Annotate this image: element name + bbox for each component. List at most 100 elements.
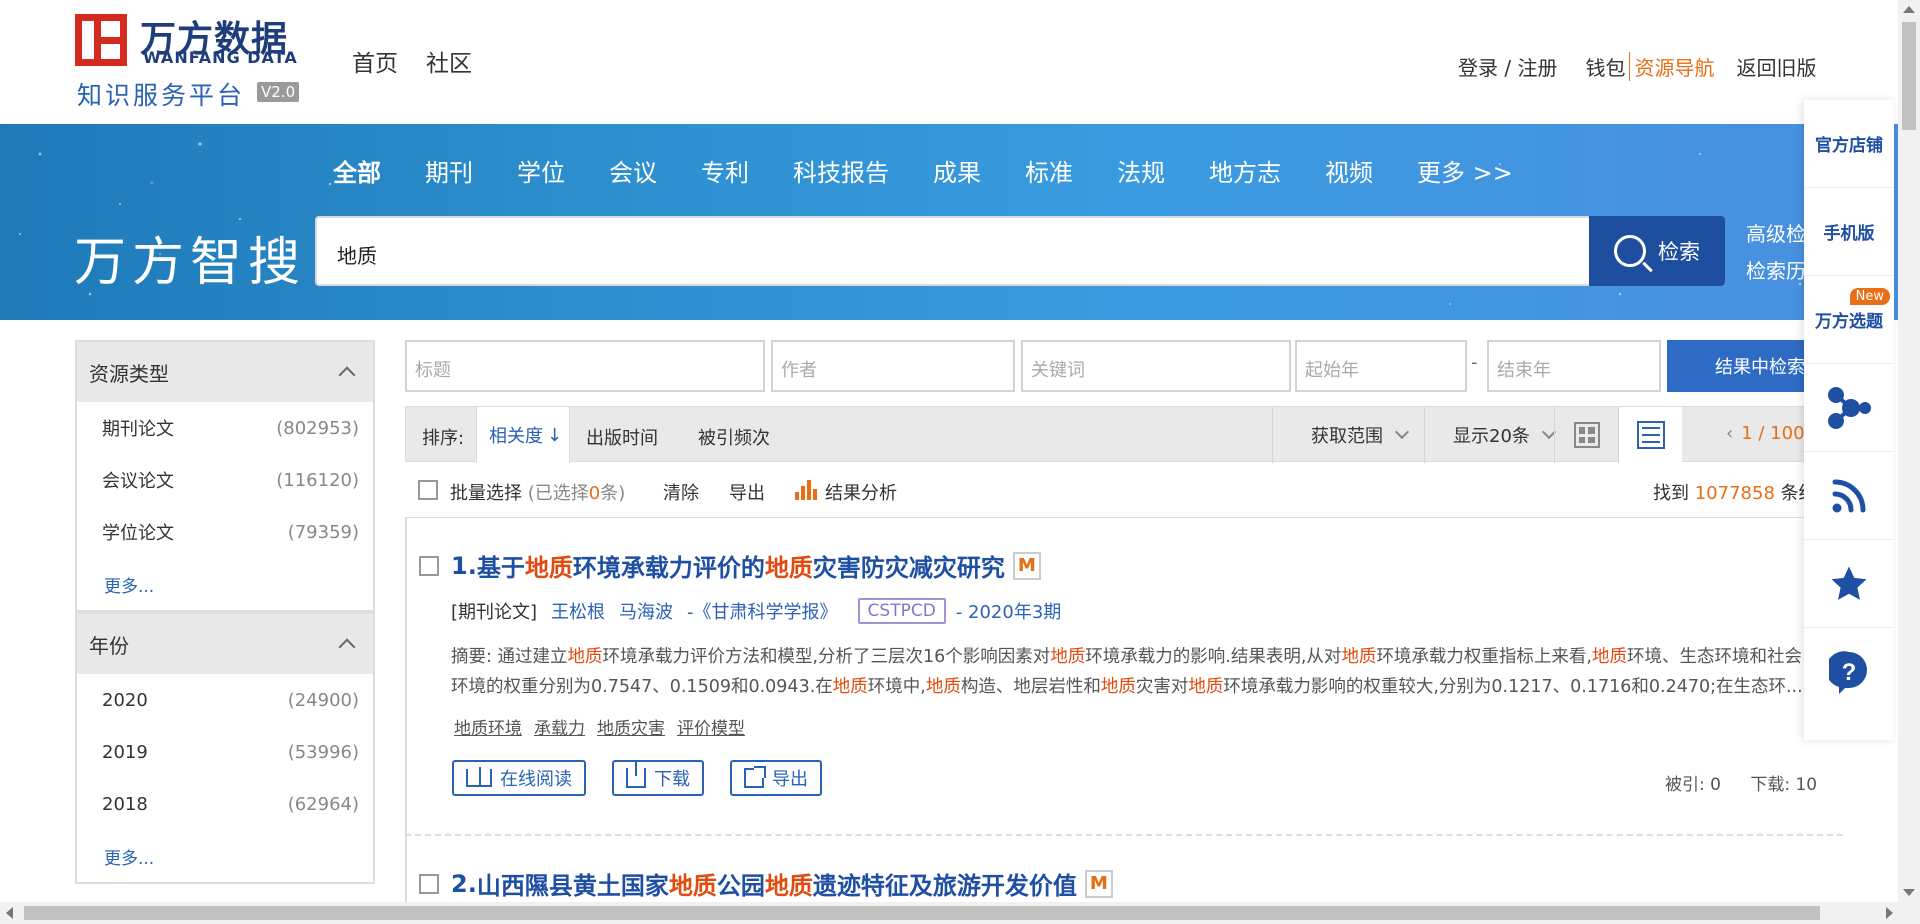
old-version-link[interactable]: 返回旧版 (1736, 52, 1816, 81)
bar-chart-icon (795, 478, 819, 500)
facet-item-2020[interactable]: 2020 (24900) (77, 674, 373, 726)
title-filter-input[interactable]: 标题 (405, 340, 765, 392)
export-button[interactable]: 导出 (729, 479, 765, 505)
vertical-scroll-thumb[interactable] (1902, 22, 1916, 130)
list-view-icon (1636, 421, 1665, 449)
start-year-input[interactable]: 起始年 (1295, 340, 1467, 392)
site-header: 万方数据 WANFANG DATA 知识服务平台 V2.0 首页 社区 登录 /… (0, 0, 1898, 124)
grid-view-button[interactable] (1554, 407, 1618, 463)
tab-patent[interactable]: 专利 (701, 153, 749, 188)
share-button[interactable] (1804, 364, 1894, 452)
batch-select-label[interactable]: 批量选择 (450, 483, 522, 504)
found-number: 1077858 (1694, 483, 1775, 504)
tab-regulation[interactable]: 法规 (1117, 153, 1165, 188)
scroll-left-icon[interactable] (6, 907, 13, 919)
result-title[interactable]: 1. 基于 地质 环境承载力评价的 地质 灾害防灾减灾研究 M (451, 548, 1041, 583)
facet-item-degree[interactable]: 学位论文 (79359) (77, 506, 373, 558)
journal-link[interactable]: -《甘肃科学学报》 (687, 598, 838, 624)
user-links: 登录 / 注册 钱包 资源导航 返回旧版 (1458, 52, 1816, 81)
author-filter-input[interactable]: 作者 (771, 340, 1015, 392)
clear-button[interactable]: 清除 (663, 479, 699, 505)
download-icon (626, 762, 646, 788)
issue-link[interactable]: - 2020年3期 (956, 598, 1061, 624)
chevron-up-icon[interactable] (338, 366, 356, 384)
chevron-left-icon[interactable]: ‹ (1726, 423, 1733, 444)
range-dropdown[interactable]: 获取范围 (1272, 407, 1424, 463)
search-value[interactable]: 地质 (337, 240, 377, 269)
nav-home[interactable]: 首页 (352, 44, 398, 78)
scroll-down-icon[interactable] (1903, 889, 1915, 896)
tab-conference[interactable]: 会议 (609, 153, 657, 188)
keyword-link[interactable]: 地质环境 (454, 714, 522, 739)
chevron-up-icon[interactable] (338, 638, 356, 656)
author-link[interactable]: 马海波 (619, 598, 673, 624)
resource-nav-link[interactable]: 资源导航 (1629, 52, 1714, 81)
facet-header[interactable]: 年份 (77, 614, 373, 674)
facet-item-2019[interactable]: 2019 (53996) (77, 726, 373, 778)
batch-select-checkbox[interactable] (418, 480, 438, 500)
vertical-scrollbar[interactable] (1898, 0, 1920, 902)
export-result-button[interactable]: 导出 (730, 760, 822, 796)
keyword-link[interactable]: 承载力 (534, 714, 585, 739)
tab-local-chronicle[interactable]: 地方志 (1209, 153, 1281, 188)
result-item: 1. 基于 地质 环境承载力评价的 地质 灾害防灾减灾研究 M [期刊论文] 王松根 马… (405, 548, 1843, 828)
search-input[interactable]: 地质 检索 (315, 216, 1725, 286)
result-checkbox[interactable] (419, 874, 439, 894)
grid-view-icon (1573, 422, 1600, 448)
tab-achievement[interactable]: 成果 (933, 153, 981, 188)
favorite-button[interactable] (1804, 540, 1894, 628)
result-checkbox[interactable] (419, 556, 439, 576)
result-analysis-button[interactable]: 结果分析 (825, 479, 897, 505)
tab-video[interactable]: 视频 (1325, 153, 1373, 188)
login-register-link[interactable]: 登录 / 注册 (1458, 52, 1557, 81)
facet-item-label: 会议论文 (102, 471, 174, 492)
result-title[interactable]: 2. 山西隰县黄土国家 地质 公园 地质 遗迹特征及旅游开发价值 M (451, 866, 1113, 901)
search-button[interactable]: 检索 (1589, 216, 1725, 286)
facet-item-count: (62964) (287, 793, 359, 815)
tab-standard[interactable]: 标准 (1025, 153, 1073, 188)
found-count: 找到 1077858 条结 (1653, 479, 1817, 505)
facet-more-link[interactable]: 更多... (77, 830, 373, 884)
tab-more[interactable]: 更多 >> (1417, 153, 1513, 188)
author-link[interactable]: 王松根 (551, 598, 605, 624)
tab-journal[interactable]: 期刊 (425, 153, 473, 188)
page-size-dropdown[interactable]: 显示20条 (1424, 407, 1556, 463)
sort-relevance[interactable]: 相关度 ↓ (476, 407, 570, 463)
facet-item-label: 期刊论文 (102, 419, 174, 440)
rss-button[interactable] (1804, 452, 1894, 540)
tab-all[interactable]: 全部 (333, 153, 381, 188)
sort-cited[interactable]: 被引频次 (698, 424, 770, 450)
download-button[interactable]: 下载 (612, 760, 704, 796)
end-year-input[interactable]: 结束年 (1487, 340, 1661, 392)
facet-header[interactable]: 资源类型 (77, 342, 373, 402)
nav-community[interactable]: 社区 (426, 44, 472, 78)
found-prefix: 找到 (1653, 483, 1689, 504)
horizontal-scrollbar[interactable] (0, 902, 1920, 924)
read-online-button[interactable]: 在线阅读 (452, 760, 586, 796)
scroll-right-icon[interactable] (1886, 907, 1893, 919)
keyword-link[interactable]: 评价模型 (677, 714, 745, 739)
facet-item-count: (116120) (276, 469, 359, 491)
search-button-label: 检索 (1658, 240, 1700, 264)
version-badge: V2.0 (257, 82, 300, 102)
facet-more-link[interactable]: 更多... (77, 558, 373, 612)
facet-item-journal[interactable]: 期刊论文 (802953) (77, 402, 373, 454)
tab-degree[interactable]: 学位 (517, 153, 565, 188)
pager[interactable]: ‹ 1 / 100 (1726, 423, 1805, 444)
keyword-link[interactable]: 地质灾害 (597, 714, 665, 739)
help-button[interactable]: ? (1804, 628, 1894, 716)
facet-item-conference[interactable]: 会议论文 (116120) (77, 454, 373, 506)
official-store-link[interactable]: 官方店铺 (1804, 100, 1894, 188)
list-view-button[interactable] (1618, 407, 1682, 463)
sort-pub-time[interactable]: 出版时间 (586, 424, 658, 450)
search-within-results-button[interactable]: 结果中检索 (1667, 340, 1823, 392)
keyword-filter-input[interactable]: 关键词 (1021, 340, 1291, 392)
tab-tech-report[interactable]: 科技报告 (793, 153, 889, 188)
year-range-dash: - (1471, 352, 1478, 373)
facet-item-2018[interactable]: 2018 (62964) (77, 778, 373, 830)
topic-selection-link[interactable]: 万方选题 New (1804, 276, 1894, 364)
wallet-link[interactable]: 钱包 (1585, 52, 1625, 81)
horizontal-scroll-thumb[interactable] (24, 906, 1820, 920)
scroll-up-icon[interactable] (1903, 6, 1915, 13)
mobile-version-link[interactable]: 手机版 (1804, 188, 1894, 276)
